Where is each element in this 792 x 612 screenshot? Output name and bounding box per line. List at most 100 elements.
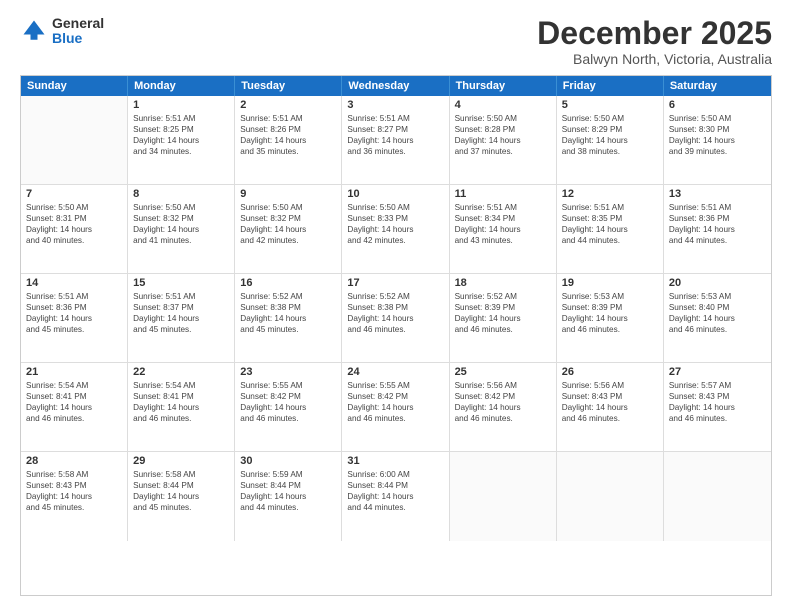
cell-info-line: Sunset: 8:36 PM (26, 302, 122, 313)
cell-info-line: Daylight: 14 hours (240, 135, 336, 146)
day-number: 7 (26, 188, 122, 200)
cell-info-line: Sunset: 8:41 PM (26, 391, 122, 402)
cell-info-line: Sunset: 8:38 PM (240, 302, 336, 313)
cell-info-line: Daylight: 14 hours (133, 313, 229, 324)
cell-info-line: Daylight: 14 hours (455, 224, 551, 235)
cell-info-line: Sunset: 8:32 PM (133, 213, 229, 224)
cell-info-line: Sunset: 8:34 PM (455, 213, 551, 224)
logo-general-text: General (52, 16, 104, 31)
cell-info-line: Daylight: 14 hours (562, 402, 658, 413)
calendar-cell: 9Sunrise: 5:50 AMSunset: 8:32 PMDaylight… (235, 185, 342, 273)
cell-info-line: Sunrise: 5:57 AM (669, 380, 766, 391)
day-number: 2 (240, 99, 336, 111)
day-number: 25 (455, 366, 551, 378)
cell-info-line: Sunset: 8:26 PM (240, 124, 336, 135)
calendar-cell: 31Sunrise: 6:00 AMSunset: 8:44 PMDayligh… (342, 452, 449, 541)
cell-info-line: Sunrise: 5:50 AM (669, 113, 766, 124)
cell-info-line: Daylight: 14 hours (133, 224, 229, 235)
day-number: 6 (669, 99, 766, 111)
cell-info-line: and 44 minutes. (240, 502, 336, 513)
cell-info-line: and 46 minutes. (455, 413, 551, 424)
cell-info-line: Sunset: 8:44 PM (347, 480, 443, 491)
cell-info-line: Daylight: 14 hours (562, 135, 658, 146)
calendar-cell: 24Sunrise: 5:55 AMSunset: 8:42 PMDayligh… (342, 363, 449, 451)
cell-info-line: Sunrise: 5:52 AM (347, 291, 443, 302)
cell-info-line: Sunset: 8:44 PM (133, 480, 229, 491)
cell-info-line: Sunrise: 5:51 AM (562, 202, 658, 213)
cell-info-line: Sunset: 8:32 PM (240, 213, 336, 224)
cell-info-line: and 44 minutes. (669, 235, 766, 246)
cell-info-line: Daylight: 14 hours (455, 402, 551, 413)
cell-info-line: Sunrise: 5:52 AM (240, 291, 336, 302)
header-day-thursday: Thursday (450, 76, 557, 96)
calendar-cell: 13Sunrise: 5:51 AMSunset: 8:36 PMDayligh… (664, 185, 771, 273)
cell-info-line: Daylight: 14 hours (26, 491, 122, 502)
cell-info-line: Sunset: 8:37 PM (133, 302, 229, 313)
cell-info-line: and 45 minutes. (133, 324, 229, 335)
cell-info-line: Sunrise: 5:58 AM (26, 469, 122, 480)
cell-info-line: Sunset: 8:29 PM (562, 124, 658, 135)
day-number: 26 (562, 366, 658, 378)
cell-info-line: Daylight: 14 hours (455, 135, 551, 146)
cell-info-line: Sunrise: 5:56 AM (455, 380, 551, 391)
cell-info-line: Daylight: 14 hours (347, 402, 443, 413)
cell-info-line: Daylight: 14 hours (26, 224, 122, 235)
calendar-cell: 27Sunrise: 5:57 AMSunset: 8:43 PMDayligh… (664, 363, 771, 451)
calendar-cell (557, 452, 664, 541)
calendar-cell: 15Sunrise: 5:51 AMSunset: 8:37 PMDayligh… (128, 274, 235, 362)
cell-info-line: and 40 minutes. (26, 235, 122, 246)
logo-icon (20, 17, 48, 45)
calendar-cell (450, 452, 557, 541)
cell-info-line: and 42 minutes. (240, 235, 336, 246)
cell-info-line: Sunrise: 5:51 AM (347, 113, 443, 124)
header-day-friday: Friday (557, 76, 664, 96)
header-day-saturday: Saturday (664, 76, 771, 96)
header-day-tuesday: Tuesday (235, 76, 342, 96)
cell-info-line: and 46 minutes. (347, 324, 443, 335)
cell-info-line: Daylight: 14 hours (455, 313, 551, 324)
cell-info-line: Sunset: 8:44 PM (240, 480, 336, 491)
cell-info-line: and 45 minutes. (133, 502, 229, 513)
cell-info-line: and 36 minutes. (347, 146, 443, 157)
calendar-cell: 25Sunrise: 5:56 AMSunset: 8:42 PMDayligh… (450, 363, 557, 451)
cell-info-line: Daylight: 14 hours (347, 313, 443, 324)
day-number: 20 (669, 277, 766, 289)
cell-info-line: Sunset: 8:43 PM (562, 391, 658, 402)
calendar-body: 1Sunrise: 5:51 AMSunset: 8:25 PMDaylight… (21, 96, 771, 541)
day-number: 30 (240, 455, 336, 467)
day-number: 5 (562, 99, 658, 111)
cell-info-line: and 44 minutes. (562, 235, 658, 246)
cell-info-line: Daylight: 14 hours (669, 224, 766, 235)
cell-info-line: Sunset: 8:27 PM (347, 124, 443, 135)
cell-info-line: Sunrise: 5:51 AM (240, 113, 336, 124)
day-number: 28 (26, 455, 122, 467)
cell-info-line: and 46 minutes. (669, 324, 766, 335)
calendar-cell: 28Sunrise: 5:58 AMSunset: 8:43 PMDayligh… (21, 452, 128, 541)
day-number: 21 (26, 366, 122, 378)
page-header: General Blue December 2025 Balwyn North,… (20, 16, 772, 67)
calendar-row-3: 14Sunrise: 5:51 AMSunset: 8:36 PMDayligh… (21, 274, 771, 363)
cell-info-line: Sunrise: 5:52 AM (455, 291, 551, 302)
calendar-cell: 14Sunrise: 5:51 AMSunset: 8:36 PMDayligh… (21, 274, 128, 362)
calendar-cell: 23Sunrise: 5:55 AMSunset: 8:42 PMDayligh… (235, 363, 342, 451)
cell-info-line: and 42 minutes. (347, 235, 443, 246)
logo-text: General Blue (52, 16, 104, 47)
cell-info-line: and 45 minutes. (26, 502, 122, 513)
cell-info-line: and 46 minutes. (133, 413, 229, 424)
cell-info-line: and 46 minutes. (669, 413, 766, 424)
header-day-monday: Monday (128, 76, 235, 96)
cell-info-line: Daylight: 14 hours (26, 313, 122, 324)
cell-info-line: Daylight: 14 hours (240, 402, 336, 413)
cell-info-line: Daylight: 14 hours (347, 224, 443, 235)
header-day-wednesday: Wednesday (342, 76, 449, 96)
day-number: 4 (455, 99, 551, 111)
calendar-cell: 22Sunrise: 5:54 AMSunset: 8:41 PMDayligh… (128, 363, 235, 451)
cell-info-line: and 35 minutes. (240, 146, 336, 157)
calendar-cell: 26Sunrise: 5:56 AMSunset: 8:43 PMDayligh… (557, 363, 664, 451)
header-day-sunday: Sunday (21, 76, 128, 96)
cell-info-line: Sunset: 8:28 PM (455, 124, 551, 135)
cell-info-line: and 46 minutes. (26, 413, 122, 424)
cell-info-line: Sunrise: 5:50 AM (562, 113, 658, 124)
cell-info-line: Sunset: 8:30 PM (669, 124, 766, 135)
day-number: 29 (133, 455, 229, 467)
